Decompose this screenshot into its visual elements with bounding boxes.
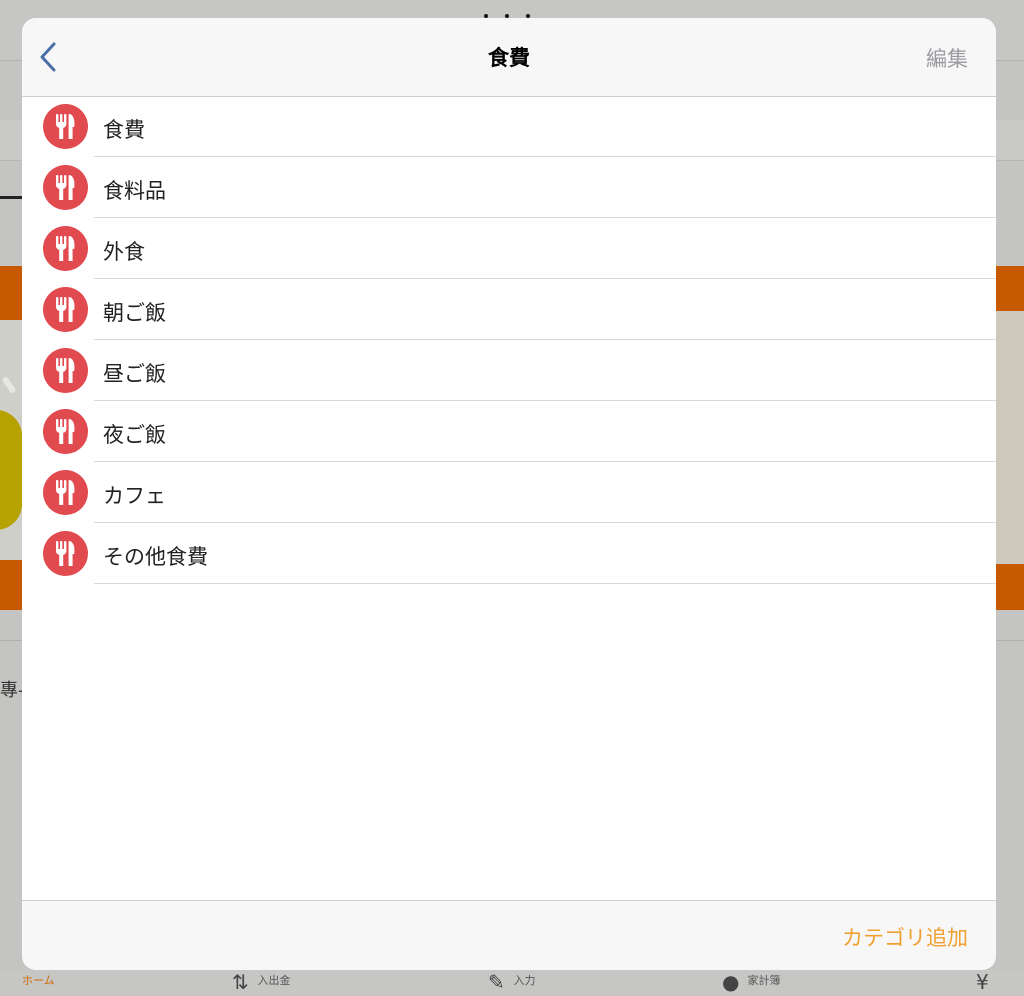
modal-title: 食費: [488, 46, 530, 70]
category-item[interactable]: その他食費: [22, 523, 996, 584]
category-item[interactable]: 朝ご飯: [22, 279, 996, 340]
home-tab-label: ホーム: [22, 974, 55, 987]
fork-knife-icon: [43, 470, 88, 515]
category-item[interactable]: カフェ: [22, 462, 996, 523]
background-dash: [0, 196, 22, 199]
category-modal: 食費 編集 食費 食料品 外食 朝ご飯 昼ご飯 夜ご飯 カフェ その他食費 カテ…: [22, 18, 996, 970]
category-label: 食費: [103, 118, 145, 142]
modal-footer: カテゴリ追加: [22, 900, 996, 970]
edit-button[interactable]: 編集: [926, 43, 968, 73]
category-item[interactable]: 昼ご飯: [22, 340, 996, 401]
transactions-tab-label: 入出金: [257, 974, 291, 987]
fork-knife-icon: [43, 409, 88, 454]
category-item[interactable]: 食料品: [22, 157, 996, 218]
household-tab-label: 家計簿: [747, 974, 781, 987]
category-item[interactable]: 夜ご飯: [22, 401, 996, 462]
pencil-icon: ✎: [488, 970, 505, 994]
row-divider: [94, 583, 996, 584]
transfer-arrows-icon: ⇅: [232, 970, 249, 994]
banner-right-panel: [995, 311, 1024, 564]
fork-knife-icon: [43, 165, 88, 210]
tab-yen[interactable]: ¥: [976, 972, 998, 996]
category-item[interactable]: 外食: [22, 218, 996, 279]
input-tab-label: 入力: [513, 974, 536, 987]
fork-knife-icon: [43, 226, 88, 271]
add-category-button[interactable]: カテゴリ追加: [842, 922, 968, 952]
yen-icon: ¥: [976, 970, 989, 994]
tab-input[interactable]: ✎ 入力: [488, 972, 536, 996]
banner-left-panel: [0, 320, 22, 560]
category-item[interactable]: 食費: [22, 96, 996, 157]
tab-transactions[interactable]: ⇅ 入出金: [232, 972, 291, 996]
category-label: 外食: [103, 240, 145, 264]
piggy-bank-icon: ●: [722, 970, 740, 994]
fork-knife-icon: [43, 531, 88, 576]
banner-blob: [0, 410, 22, 530]
category-label: 昼ご飯: [103, 362, 166, 386]
category-label: 朝ご飯: [103, 301, 166, 325]
category-list: 食費 食料品 外食 朝ご飯 昼ご飯 夜ご飯 カフェ その他食費: [22, 96, 996, 584]
category-label: 夜ご飯: [103, 423, 166, 447]
modal-header: 食費 編集: [22, 18, 996, 97]
category-label: カフェ: [103, 484, 166, 508]
banner-stroke: [1, 375, 17, 395]
fork-knife-icon: [43, 104, 88, 149]
category-label: その他食費: [103, 545, 208, 569]
tab-household-book[interactable]: ● 家計簿: [722, 972, 781, 996]
category-label: 食料品: [103, 179, 166, 203]
fork-knife-icon: [43, 287, 88, 332]
fork-knife-icon: [43, 348, 88, 393]
tab-home[interactable]: ホーム: [0, 972, 55, 996]
